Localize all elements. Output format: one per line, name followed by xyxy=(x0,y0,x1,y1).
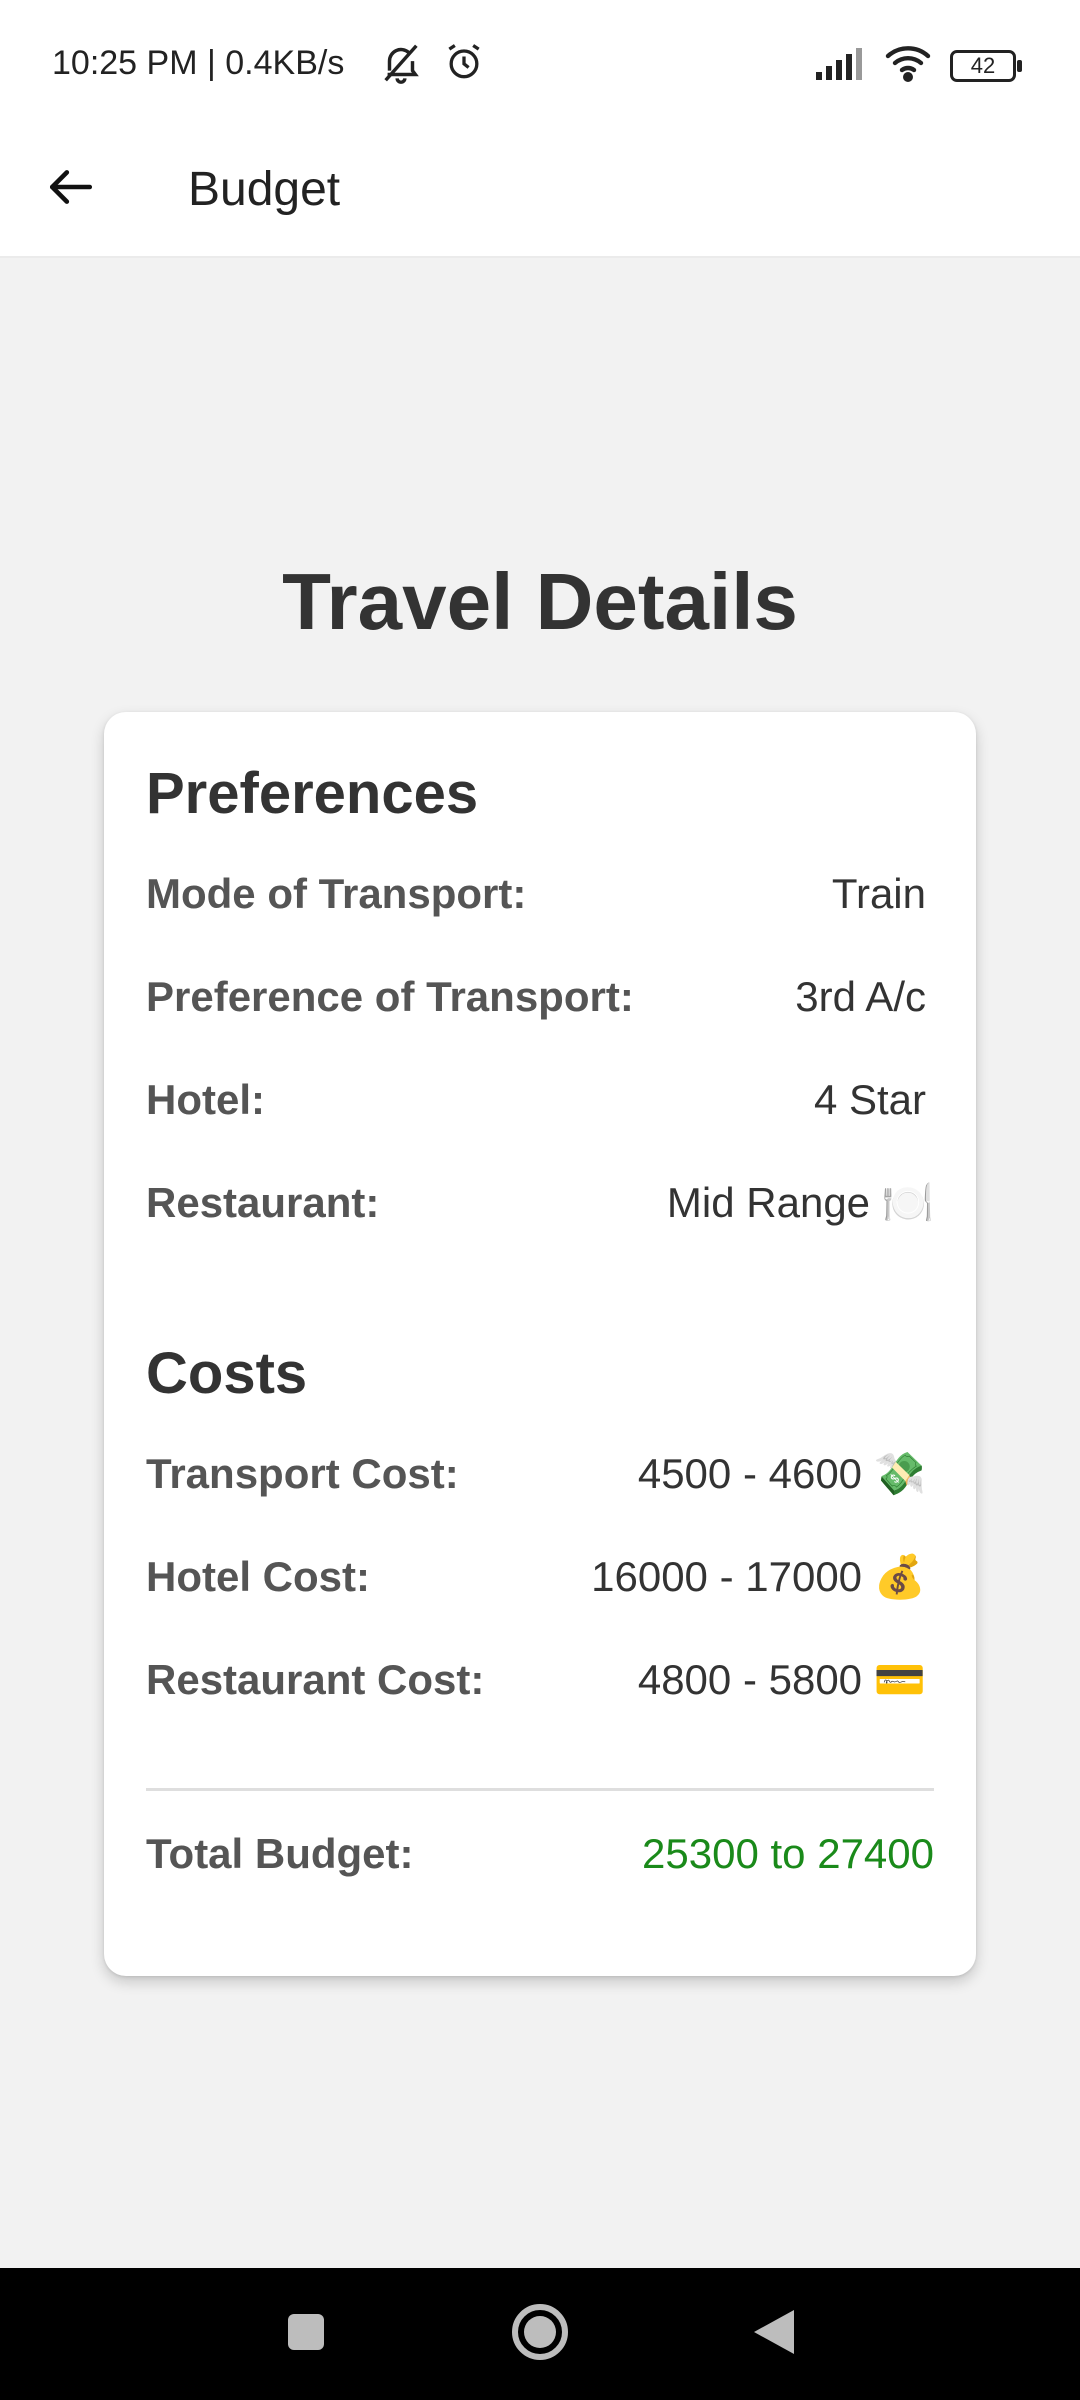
row-label: Transport Cost: xyxy=(146,1450,459,1497)
row-label: Hotel: xyxy=(146,1076,265,1123)
preference-row-hotel: Hotel: 4 Star xyxy=(146,1070,934,1130)
row-label: Preference of Transport: xyxy=(146,973,634,1020)
recents-square-icon xyxy=(286,2312,326,2357)
row-value: 4500 - 4600 💸 xyxy=(637,1449,926,1497)
row-label: Restaurant: xyxy=(146,1179,380,1226)
arrow-left-icon xyxy=(46,162,96,217)
status-time: 10:25 PM | 0.4KB/s xyxy=(52,44,345,82)
mute-bell-icon xyxy=(378,40,424,91)
back-triangle-icon xyxy=(752,2308,796,2361)
row-value: 4 Star xyxy=(813,1076,926,1123)
row-value: 3rd A/c xyxy=(795,973,926,1020)
preference-row-transport-preference: Preference of Transport: 3rd A/c xyxy=(146,967,934,1027)
wifi-icon xyxy=(884,44,932,87)
row-value: 16000 - 17000 💰 xyxy=(591,1552,926,1600)
row-value: Mid Range 🍽️ xyxy=(666,1178,934,1226)
row-label: Hotel Cost: xyxy=(146,1553,370,1600)
recents-button[interactable] xyxy=(240,2268,372,2400)
divider xyxy=(146,1788,934,1791)
back-button[interactable] xyxy=(36,154,106,224)
cost-row-hotel: Hotel Cost: 16000 - 17000 💰 xyxy=(146,1547,934,1607)
cost-row-transport: Transport Cost: 4500 - 4600 💸 xyxy=(146,1444,934,1504)
home-circle-icon xyxy=(510,2302,570,2367)
row-label: Mode of Transport: xyxy=(146,870,527,917)
travel-details-card: Preferences Mode of Transport: Train Pre… xyxy=(104,712,976,1976)
row-value: Train xyxy=(831,870,926,917)
row-label: Restaurant Cost: xyxy=(146,1656,485,1703)
total-budget-row: Total Budget: 25300 to 27400 xyxy=(146,1824,934,1884)
app-bar-title: Budget xyxy=(188,163,341,216)
row-value: 4800 - 5800 💳 xyxy=(637,1655,926,1703)
battery-level: 42 xyxy=(970,52,996,78)
page-title: Travel Details xyxy=(282,557,798,646)
navigation-bar xyxy=(0,2268,1080,2400)
system-back-button[interactable] xyxy=(708,2268,840,2400)
preference-row-restaurant: Restaurant: Mid Range 🍽️ xyxy=(146,1173,934,1233)
total-budget-value: 25300 to 27400 xyxy=(642,1830,934,1877)
preferences-section-title: Preferences xyxy=(146,761,479,826)
total-budget-label: Total Budget: xyxy=(146,1830,414,1877)
signal-icon xyxy=(816,46,866,85)
alarm-icon xyxy=(442,40,486,91)
costs-section-title: Costs xyxy=(146,1341,308,1406)
preference-row-transport-mode: Mode of Transport: Train xyxy=(146,864,934,924)
app-bar: Budget xyxy=(0,134,1080,258)
battery-icon: 42 xyxy=(950,49,1022,82)
home-button[interactable] xyxy=(474,2268,606,2400)
cost-row-restaurant: Restaurant Cost: 4800 - 5800 💳 xyxy=(146,1650,934,1710)
status-bar: 10:25 PM | 0.4KB/s 42 xyxy=(0,0,1080,134)
